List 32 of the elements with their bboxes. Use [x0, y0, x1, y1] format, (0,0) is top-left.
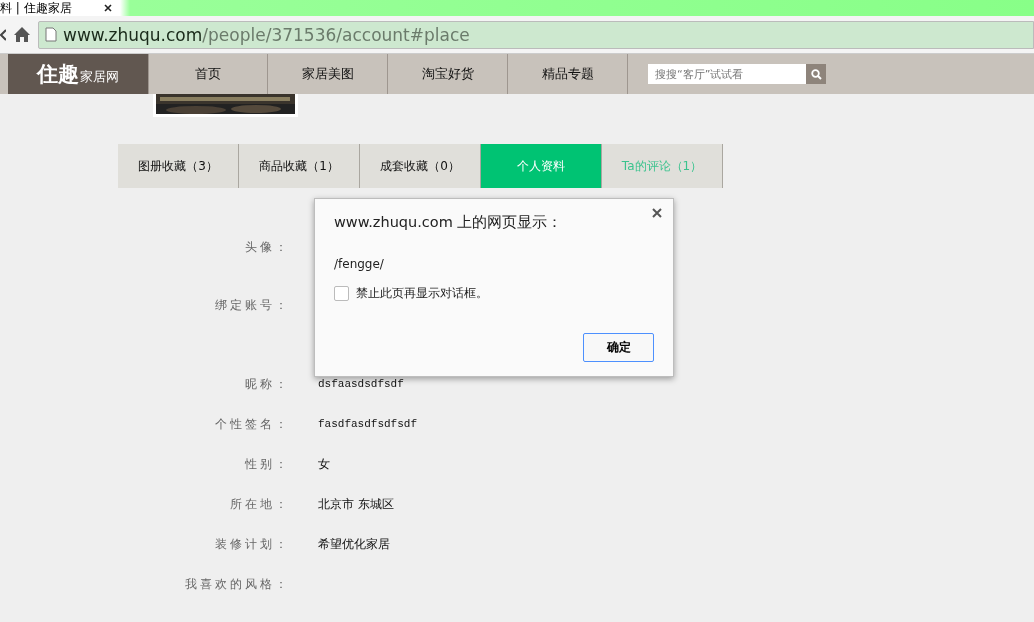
search-icon — [810, 68, 822, 80]
close-icon[interactable] — [104, 4, 112, 12]
field-label: 昵称： — [244, 375, 290, 393]
site-logo[interactable]: 住趣家居网 — [8, 54, 148, 94]
field-value: dsfaasdsdfsdf — [318, 378, 404, 390]
profile-tab[interactable]: 成套收藏（0） — [360, 144, 481, 188]
dialog-title: www.zhuqu.com 上的网页显示： — [334, 213, 564, 232]
ok-button[interactable]: 确定 — [583, 333, 654, 362]
profile-tab[interactable]: 图册收藏（3） — [118, 144, 239, 188]
dialog-message: /fengge/ — [334, 257, 385, 271]
field-label: 个性签名： — [214, 415, 290, 433]
search-field[interactable]: 搜搜“客厅”试试看 — [648, 64, 806, 84]
checkbox-label: 禁止此页再显示对话框。 — [356, 285, 488, 302]
home-icon[interactable] — [14, 27, 30, 42]
field-value: 希望优化家居 — [318, 535, 390, 553]
field-value: fasdfasdfsdfsdf — [318, 418, 418, 430]
field-label: 所在地： — [229, 495, 290, 513]
nav-item[interactable]: 精品专题 — [508, 54, 628, 94]
address-bar[interactable]: www.zhuqu.com/people/371536/account#place — [38, 20, 1034, 49]
checkbox[interactable] — [334, 286, 349, 301]
profile-tab[interactable]: 商品收藏（1） — [239, 144, 360, 188]
url-text: www.zhuqu.com/people/371536/account#place — [63, 24, 470, 45]
field-label: 我喜欢的风格： — [184, 575, 290, 593]
page-icon — [45, 27, 57, 42]
field-label: 装修计划： — [214, 535, 290, 553]
search-button[interactable] — [806, 64, 826, 84]
field-value: 北京市 东城区 — [318, 495, 394, 513]
field-label: 绑定账号： — [214, 297, 290, 314]
field-label: 头像： — [244, 238, 290, 256]
field-label: 性别： — [244, 455, 290, 473]
field-value: 女 — [318, 455, 330, 473]
nav-item[interactable]: 淘宝好货 — [388, 54, 508, 94]
